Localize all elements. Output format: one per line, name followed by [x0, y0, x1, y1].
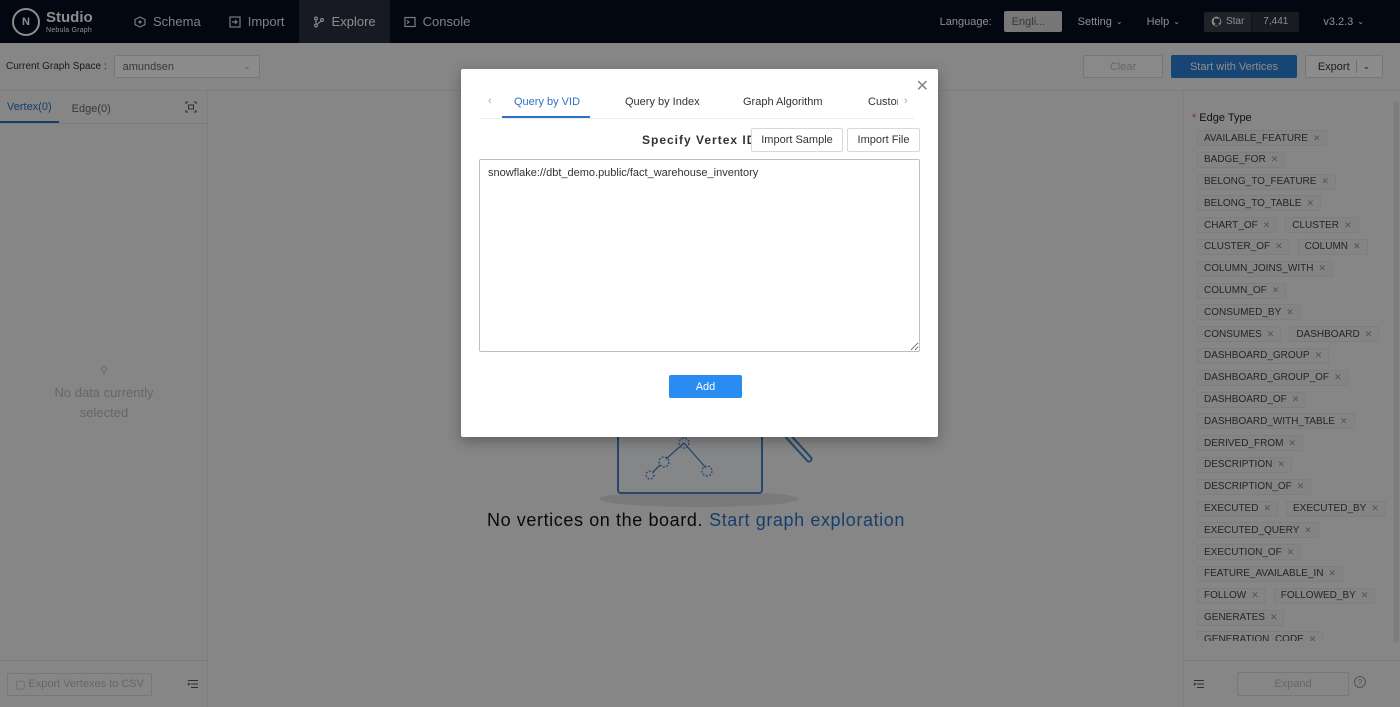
add-button[interactable]: Add — [669, 375, 742, 398]
start-with-vertices-modal: ✕ ‹ Query by VID Query by Index Graph Al… — [461, 69, 938, 437]
tab-query-by-index[interactable]: Query by Index — [625, 96, 700, 108]
query-tabs: ‹ Query by VID Query by Index Graph Algo… — [480, 86, 914, 119]
chevron-right-icon[interactable]: › — [904, 95, 908, 107]
tab-graph-algorithm[interactable]: Graph Algorithm — [743, 96, 822, 108]
close-icon[interactable]: ✕ — [916, 76, 929, 96]
specify-vertex-ids-label: Specify Vertex IDs — [642, 133, 765, 147]
import-sample-button[interactable]: Import Sample — [751, 128, 843, 152]
tab-custom[interactable]: Custom — [868, 96, 898, 108]
chevron-left-icon[interactable]: ‹ — [488, 95, 492, 107]
import-file-button[interactable]: Import File — [847, 128, 920, 152]
tab-query-by-vid[interactable]: Query by VID — [514, 96, 580, 108]
vertex-ids-input[interactable] — [479, 159, 920, 352]
active-tab-indicator — [502, 116, 590, 118]
